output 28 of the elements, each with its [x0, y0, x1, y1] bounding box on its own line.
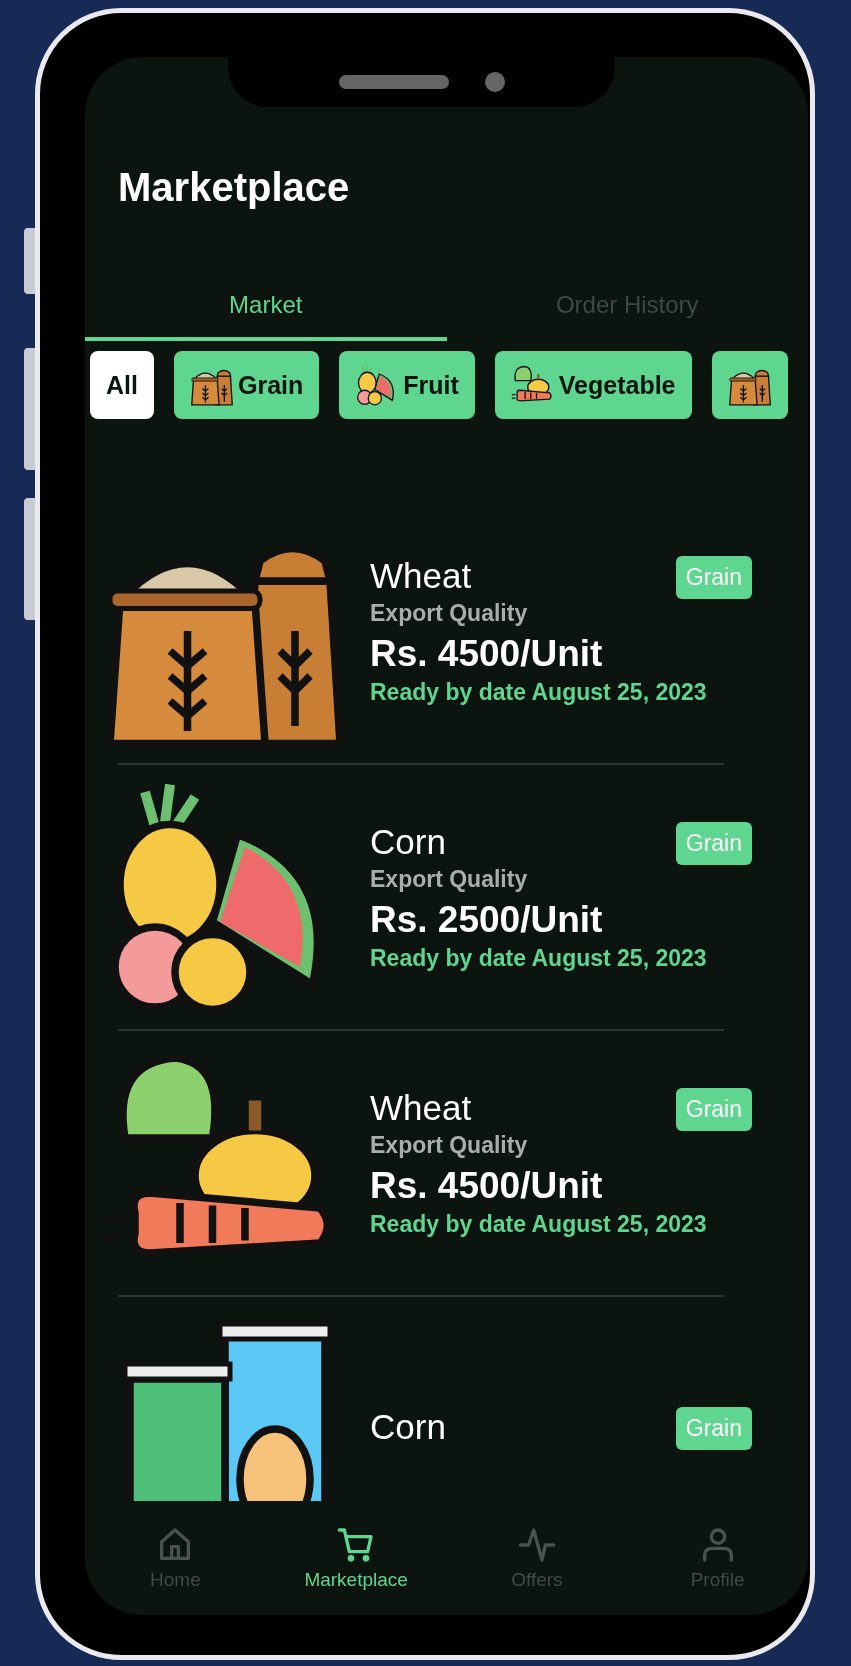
camera-icon: [484, 72, 505, 92]
product-quality: Export Quality: [370, 600, 529, 627]
filter-chip[interactable]: All: [90, 351, 154, 419]
category-badge: Grain: [675, 556, 752, 599]
product-price: Rs. 2500/Unit: [370, 899, 604, 941]
filter-chip[interactable]: Grain: [173, 351, 320, 419]
product-price: Rs. 4500/Unit: [370, 1165, 604, 1207]
ready-date: Ready by date August 25, 2023: [370, 945, 708, 972]
page-title: Marketplace: [118, 164, 350, 211]
product-quality: Export Quality: [370, 1132, 529, 1159]
filter-chip[interactable]: Vegetable: [494, 351, 692, 419]
ready-date: Ready by date August 25, 2023: [370, 679, 708, 706]
product-price: Rs. 4500/Unit: [370, 633, 604, 675]
category-badge: Grain: [675, 822, 752, 865]
category-badge: Grain: [675, 1088, 752, 1131]
product-name: Wheat: [370, 556, 472, 596]
filter-chip[interactable]: [711, 351, 788, 419]
product-name: Wheat: [370, 1088, 472, 1128]
speaker-icon: [338, 75, 449, 89]
ready-date: Ready by date August 25, 2023: [370, 1211, 708, 1238]
filter-chip[interactable]: Fruit: [339, 351, 475, 419]
pulse-icon: [516, 1525, 557, 1565]
product-quality: Export Quality: [370, 866, 529, 893]
product-name: Corn: [370, 822, 446, 862]
product-name: Corn: [370, 1407, 446, 1447]
tab[interactable]: Market: [85, 281, 447, 341]
category-badge: Grain: [675, 1407, 752, 1450]
nav-item[interactable]: Marketplace: [265, 1501, 447, 1615]
